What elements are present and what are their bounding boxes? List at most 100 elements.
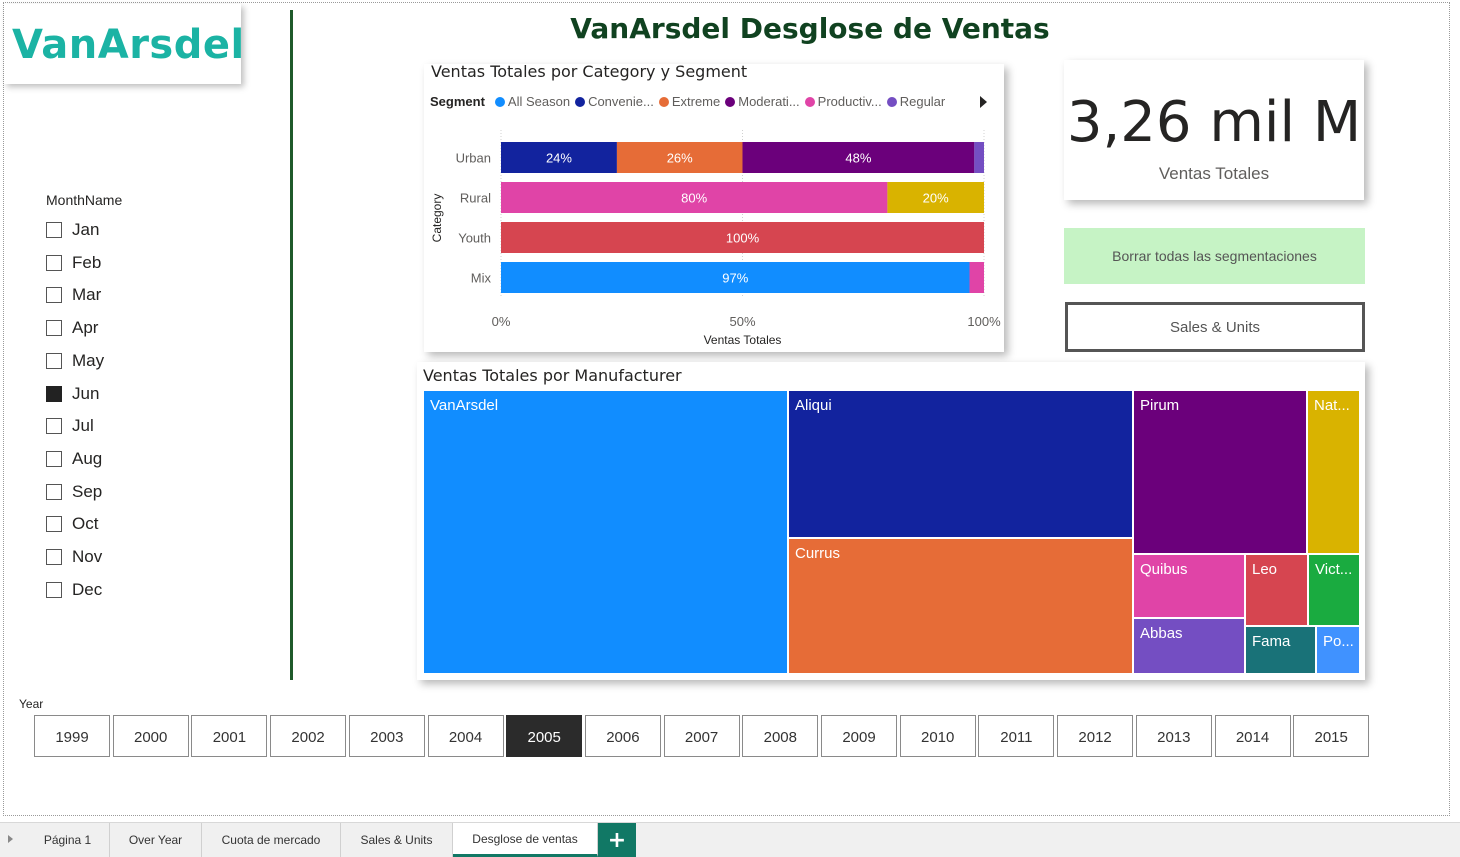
- month-slicer-title: MonthName: [46, 192, 123, 208]
- year-option-2010[interactable]: 2010: [899, 715, 976, 757]
- page-tab-3[interactable]: Cuota de mercado: [202, 823, 341, 857]
- month-label: Apr: [72, 318, 99, 338]
- checkbox[interactable]: [46, 222, 62, 238]
- clear-slicers-button[interactable]: Borrar todas las segmentaciones: [1064, 228, 1365, 284]
- treemap-label: Currus: [795, 545, 841, 562]
- checkbox[interactable]: [46, 254, 62, 271]
- tab-scroll-arrow[interactable]: [8, 835, 13, 843]
- category-label: Youth: [458, 231, 491, 246]
- legend-item[interactable]: Extreme: [658, 94, 721, 109]
- year-option-2013[interactable]: 2013: [1135, 715, 1212, 757]
- treemap-tile-vanarsdel[interactable]: VanArsdel: [423, 390, 788, 674]
- year-option-2005[interactable]: 2005: [506, 715, 583, 757]
- bar-segment[interactable]: [974, 142, 984, 173]
- checkbox[interactable]: [46, 483, 62, 500]
- x-tick-label: 50%: [729, 314, 755, 329]
- treemap-label: Leo: [1252, 561, 1278, 578]
- year-option-2012[interactable]: 2012: [1057, 715, 1134, 757]
- year-option-2009[interactable]: 2009: [821, 715, 897, 757]
- checkbox[interactable]: [46, 549, 62, 565]
- year-option-2001[interactable]: 2001: [191, 715, 268, 757]
- bar-chart-title: Ventas Totales por Category y Segment: [431, 62, 748, 81]
- legend-scroll-arrow[interactable]: [980, 96, 987, 108]
- legend-dot: [575, 96, 586, 107]
- checkbox[interactable]: [46, 352, 62, 369]
- treemap-tile-vict[interactable]: Vict...: [1308, 554, 1360, 626]
- treemap-tile-aliqui[interactable]: Aliqui: [788, 390, 1133, 538]
- treemap-tile-leo[interactable]: Leo: [1245, 554, 1308, 626]
- month-option-may[interactable]: May: [46, 350, 104, 372]
- treemap-label: Quibus: [1140, 561, 1188, 578]
- year-option-2000[interactable]: 2000: [112, 715, 189, 757]
- bar-chart-plot: Urban 24% 26% 48% Rural 80% 20% Youth 100% Mix 97%…: [430, 130, 1001, 347]
- legend-label: Moderati...: [738, 94, 800, 109]
- page-tab-4[interactable]: Sales & Units: [341, 823, 453, 857]
- legend-item[interactable]: Productiv...: [804, 94, 882, 109]
- checkbox[interactable]: [46, 385, 62, 402]
- legend-label: Extreme: [671, 94, 721, 109]
- treemap-tile-quibus[interactable]: Quibus: [1133, 554, 1245, 618]
- legend-item[interactable]: All Season: [494, 94, 570, 109]
- month-option-dec[interactable]: Dec: [46, 579, 102, 601]
- legend-item[interactable]: Convenie...: [575, 94, 654, 109]
- add-page-button[interactable]: +: [598, 823, 636, 857]
- checkbox[interactable]: [46, 287, 62, 304]
- treemap-tile-abbas[interactable]: Abbas: [1133, 618, 1245, 674]
- checkbox[interactable]: [46, 320, 62, 337]
- year-option-1999[interactable]: 1999: [34, 715, 110, 757]
- page-tab-1[interactable]: Página 1: [26, 823, 110, 857]
- year-option-2007[interactable]: 2007: [663, 715, 740, 757]
- month-option-nov[interactable]: Nov: [46, 546, 102, 568]
- legend-dot: [494, 96, 505, 107]
- checkbox[interactable]: [46, 581, 62, 598]
- year-option-2003[interactable]: 2003: [348, 715, 425, 757]
- year-option-2015[interactable]: 2015: [1293, 715, 1370, 757]
- treemap-label: Nat...: [1314, 397, 1350, 414]
- year-option-2008[interactable]: 2008: [742, 715, 819, 757]
- legend-item[interactable]: Regular: [886, 94, 946, 109]
- month-option-feb[interactable]: Feb: [46, 252, 101, 274]
- year-option-2002[interactable]: 2002: [270, 715, 347, 757]
- month-option-aug[interactable]: Aug: [46, 448, 102, 470]
- month-label: Mar: [72, 285, 102, 305]
- treemap-tile-fama[interactable]: Fama: [1245, 626, 1316, 674]
- sales-units-nav-button[interactable]: Sales & Units: [1065, 302, 1365, 352]
- month-option-jan[interactable]: Jan: [46, 219, 99, 241]
- treemap-tile-po[interactable]: Po...: [1316, 626, 1360, 674]
- treemap-tile-currus[interactable]: Currus: [788, 538, 1133, 674]
- month-label: Oct: [72, 514, 99, 534]
- year-option-2004[interactable]: 2004: [427, 715, 504, 757]
- month-label: Jan: [72, 220, 100, 239]
- checkbox[interactable]: [46, 450, 62, 467]
- month-option-oct[interactable]: Oct: [46, 513, 98, 535]
- month-option-jul[interactable]: Jul: [46, 415, 94, 437]
- category-label: Mix: [471, 271, 492, 286]
- bar-segment[interactable]: [969, 262, 984, 293]
- page-title: VanArsdel Desglose de Ventas: [570, 12, 1050, 45]
- legend-label: Convenie...: [588, 94, 654, 109]
- legend-label: Regular: [899, 94, 946, 109]
- checkbox[interactable]: [46, 418, 62, 435]
- category-label: Rural: [460, 191, 491, 206]
- page-tab-5[interactable]: Desglose de ventas: [453, 823, 598, 857]
- treemap-tile-pirum[interactable]: Pirum: [1133, 390, 1307, 554]
- month-option-jun[interactable]: Jun: [46, 383, 99, 405]
- data-label: 48%: [845, 151, 871, 166]
- y-axis-title: Category: [430, 194, 444, 243]
- divider: [290, 10, 293, 680]
- legend-dot: [804, 96, 815, 107]
- year-option-2014[interactable]: 2014: [1214, 715, 1291, 757]
- year-option-2011[interactable]: 2011: [978, 715, 1055, 757]
- logo: VanArsdel: [12, 22, 245, 68]
- month-option-sep[interactable]: Sep: [46, 481, 102, 503]
- data-label: 97%: [722, 271, 748, 286]
- page-tab-2[interactable]: Over Year: [110, 823, 202, 857]
- year-slicer-title: Year: [19, 697, 44, 711]
- treemap-tile-nat[interactable]: Nat...: [1307, 390, 1360, 554]
- month-option-mar[interactable]: Mar: [46, 284, 101, 306]
- checkbox[interactable]: [46, 516, 62, 533]
- month-option-apr[interactable]: Apr: [46, 317, 98, 339]
- kpi-card: 3,26 mil M Ventas Totales: [1064, 60, 1364, 200]
- legend-item[interactable]: Moderati...: [725, 94, 800, 109]
- year-option-2006[interactable]: 2006: [584, 715, 661, 757]
